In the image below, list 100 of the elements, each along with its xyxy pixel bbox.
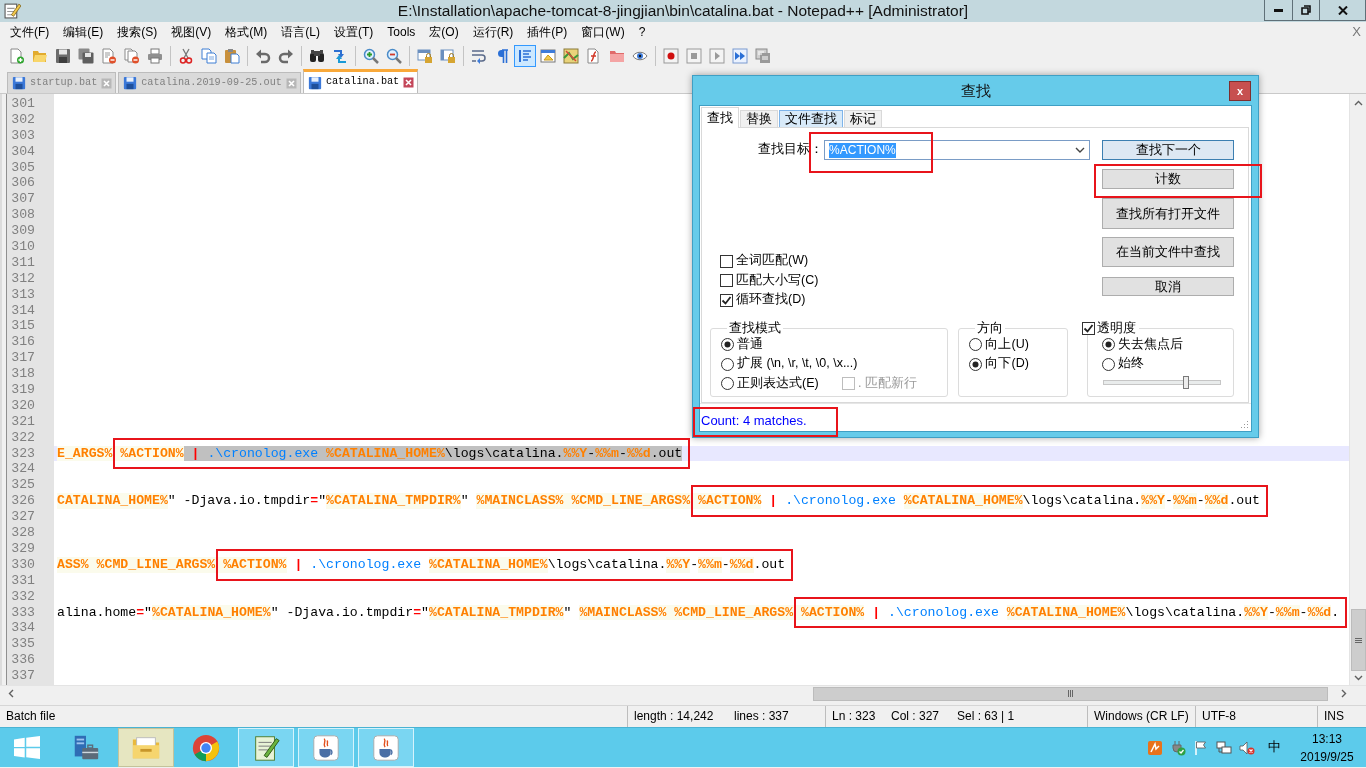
floppy-disks-icon[interactable] xyxy=(77,47,94,64)
checkbox[interactable] xyxy=(720,293,733,307)
menu-item[interactable]: ? xyxy=(631,23,653,41)
line-number: 334 xyxy=(10,620,35,637)
dialog-button[interactable]: 在当前文件中查找 xyxy=(1102,237,1234,267)
line-number: 335 xyxy=(10,636,35,653)
close-document-button[interactable]: X xyxy=(1348,23,1365,41)
menu-item[interactable]: 文件(F) xyxy=(3,23,57,41)
group-title: 查找模式 xyxy=(728,321,782,335)
horizontal-scrollbar[interactable] xyxy=(0,685,1366,701)
dialog-title: 查找 xyxy=(960,81,991,101)
chevron-left-icon[interactable] xyxy=(8,689,14,698)
chevron-down-icon[interactable] xyxy=(1075,147,1085,153)
chevron-right-icon[interactable] xyxy=(1341,689,1347,698)
radio-button[interactable] xyxy=(969,357,983,371)
flag-icon[interactable] xyxy=(1193,739,1209,756)
app-tray-icon[interactable] xyxy=(1147,739,1163,756)
copy-icon[interactable] xyxy=(200,47,217,64)
checkbox[interactable] xyxy=(720,254,733,268)
line-number: 308 xyxy=(10,207,35,224)
record-icon[interactable] xyxy=(662,47,679,64)
window-icon[interactable] xyxy=(539,47,556,64)
menu-item[interactable]: 搜索(S) xyxy=(110,23,165,41)
swap-arrows-icon[interactable] xyxy=(331,47,348,64)
pages-minus-icon[interactable] xyxy=(123,47,140,64)
printer-icon[interactable] xyxy=(146,47,163,64)
radio-button[interactable] xyxy=(721,357,734,371)
clipboard-icon[interactable] xyxy=(223,47,240,64)
resize-grip-icon[interactable] xyxy=(1240,420,1249,429)
tab[interactable]: 替换 xyxy=(740,110,778,128)
page-minus-icon[interactable] xyxy=(100,47,117,64)
plug-check-icon[interactable] xyxy=(1170,739,1186,756)
chevron-down-icon[interactable] xyxy=(1353,675,1363,681)
menu-item[interactable]: 设置(T) xyxy=(327,23,381,41)
close-icon xyxy=(1337,5,1348,15)
browser-icon[interactable] xyxy=(191,732,221,763)
scrollbar-thumb[interactable] xyxy=(813,686,1328,701)
line-number: 336 xyxy=(10,652,35,669)
checkbox[interactable] xyxy=(1081,321,1095,335)
line-number: 314 xyxy=(10,302,35,319)
menu-item[interactable]: 格式(M) xyxy=(218,23,275,41)
input-method-indicator[interactable]: 中 xyxy=(1262,739,1287,756)
network-icon[interactable] xyxy=(1216,739,1232,756)
zoom-in-icon[interactable] xyxy=(362,47,379,64)
stop-icon[interactable] xyxy=(685,47,702,64)
radio-button[interactable] xyxy=(1101,357,1115,371)
menu-item[interactable]: 插件(P) xyxy=(520,23,575,41)
menu-item[interactable]: 窗口(W) xyxy=(574,23,632,41)
window-lock-icon[interactable] xyxy=(439,47,456,64)
radio-button[interactable] xyxy=(721,338,734,352)
menu-item[interactable]: 运行(R) xyxy=(465,23,521,41)
radio-button[interactable] xyxy=(1101,338,1115,352)
status-message: Count: 4 matches. xyxy=(701,413,807,429)
chevron-up-icon[interactable] xyxy=(1353,100,1363,106)
checkbox-label: 匹配大小写(C) xyxy=(736,272,819,289)
play-icon[interactable] xyxy=(708,47,725,64)
line-number: 337 xyxy=(10,668,35,684)
menu-item[interactable]: Tools xyxy=(380,23,423,41)
checkbox[interactable] xyxy=(720,274,733,288)
map-icon[interactable] xyxy=(562,47,579,64)
file-tab[interactable]: catalina.bat xyxy=(302,69,419,93)
line-number: 317 xyxy=(10,350,35,367)
scissors-icon[interactable] xyxy=(177,47,194,64)
start-icon[interactable] xyxy=(14,736,40,759)
list-window-icon[interactable] xyxy=(754,47,771,64)
clock-date[interactable]: 2019/9/25 xyxy=(1294,747,1360,766)
menu-item[interactable]: 宏(O) xyxy=(422,23,466,41)
line-number: 328 xyxy=(10,525,35,541)
line-number: 323 xyxy=(10,445,35,462)
redo-icon[interactable] xyxy=(277,47,294,64)
word-wrap-icon[interactable] xyxy=(470,47,487,64)
slider-thumb[interactable] xyxy=(1183,376,1190,389)
menu-item[interactable]: 编辑(E) xyxy=(56,23,111,41)
scrollbar-thumb[interactable] xyxy=(1350,609,1366,671)
dialog-button[interactable]: 查找下一个 xyxy=(1102,140,1234,160)
tab[interactable]: 文件查找 xyxy=(779,110,843,128)
close-icon[interactable] xyxy=(403,77,415,88)
line-number: 322 xyxy=(10,429,35,446)
menu-item[interactable]: 语言(L) xyxy=(274,23,327,41)
dialog-button[interactable]: 查找所有打开文件 xyxy=(1102,198,1234,229)
line-number: 301 xyxy=(10,96,35,112)
fast-forward-icon[interactable] xyxy=(731,47,748,64)
binoculars-icon[interactable] xyxy=(308,47,325,64)
tab[interactable]: 查找 xyxy=(701,107,739,128)
undo-icon[interactable] xyxy=(254,47,271,64)
menu-item[interactable]: 视图(V) xyxy=(164,23,219,41)
dialog-button[interactable]: 取消 xyxy=(1102,277,1234,296)
speaker-muted-icon[interactable] xyxy=(1239,739,1255,756)
window-lock-icon[interactable] xyxy=(416,47,433,64)
clock-time[interactable]: 13:13 xyxy=(1294,729,1360,748)
vertical-scrollbar[interactable] xyxy=(1349,94,1366,685)
zoom-out-icon[interactable] xyxy=(385,47,402,64)
dialog-button[interactable]: 计数 xyxy=(1102,169,1234,189)
indent-guide-icon[interactable] xyxy=(513,44,536,67)
radio-button[interactable] xyxy=(721,377,734,391)
new-file-icon[interactable] xyxy=(8,47,25,64)
close-button[interactable]: x xyxy=(1229,81,1251,101)
document-icon[interactable] xyxy=(585,47,602,64)
tab[interactable]: 标记 xyxy=(844,110,882,128)
radio-button[interactable] xyxy=(969,338,983,352)
